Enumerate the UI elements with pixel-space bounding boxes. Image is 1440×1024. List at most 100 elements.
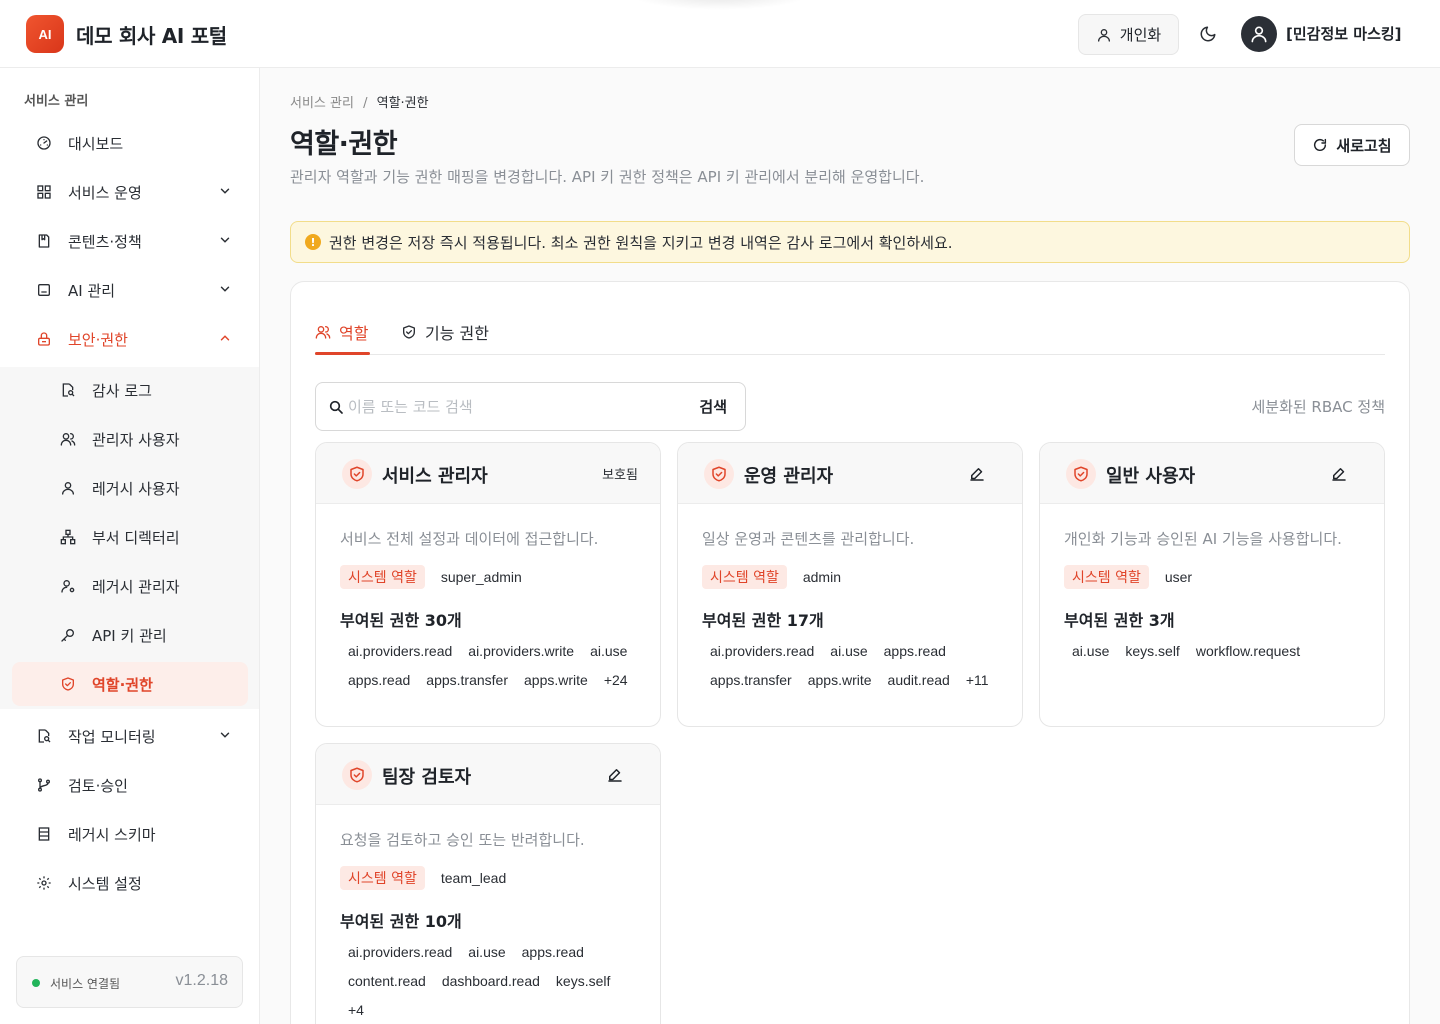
permission-tag: apps.write	[524, 672, 588, 688]
users-icon	[60, 431, 76, 447]
sidebar-item-label: 레거시 관리자	[92, 577, 180, 596]
sidebar-item-job-monitoring[interactable]: 작업 모니터링	[12, 714, 248, 758]
sidebar-item-label: 시스템 설정	[68, 874, 142, 893]
breadcrumb: 서비스 관리 / 역할·권한	[290, 92, 429, 111]
table-icon	[36, 826, 52, 842]
sidebar-item-label: 레거시 사용자	[92, 479, 180, 498]
book-icon	[36, 233, 52, 249]
sidebar-subitem-roles-permissions[interactable]: 역할·권한	[12, 662, 248, 706]
sidebar-subitem-audit-log[interactable]: 감사 로그	[12, 368, 248, 412]
breadcrumb-parent[interactable]: 서비스 관리	[290, 96, 354, 111]
sidebar-subitem-legacy-admins[interactable]: 레거시 관리자	[12, 564, 248, 608]
role-code: team_lead	[440, 870, 507, 886]
tab-roles[interactable]: 역할	[315, 320, 368, 344]
permission-tag: apps.transfer	[426, 672, 508, 688]
permission-count: 부여된 권한 17개	[702, 611, 824, 630]
tab-label: 역할	[339, 324, 369, 343]
permission-list: ai.use keys.self workflow.request	[1064, 641, 1360, 662]
protected-badge: 보호됨	[602, 468, 638, 483]
role-code: user	[1164, 569, 1193, 585]
sidebar-item-review-approval[interactable]: 검토·승인	[12, 763, 248, 807]
avatar[interactable]	[1241, 16, 1277, 52]
personalize-button[interactable]: 개인화	[1078, 14, 1179, 55]
top-header: AI 데모 회사 AI 포털 개인화 [민감정보 마스킹]	[0, 0, 1440, 68]
sidebar-item-label: 검토·승인	[68, 776, 128, 795]
breadcrumb-current: 역할·권한	[376, 96, 429, 111]
permission-list: ai.providers.read ai.providers.write ai.…	[340, 641, 636, 691]
sidebar-item-security[interactable]: 보안·권한	[12, 317, 248, 361]
search-button[interactable]: 검색	[699, 396, 727, 417]
sidebar-subitem-department-directory[interactable]: 부서 디렉터리	[12, 515, 248, 559]
shield-check-icon	[704, 459, 734, 489]
refresh-button[interactable]: 새로고침	[1294, 124, 1410, 166]
permission-tag: ai.providers.write	[468, 643, 575, 659]
user-icon	[1249, 24, 1269, 44]
app-logo[interactable]: AI	[26, 15, 64, 53]
chevron-up-icon	[218, 331, 232, 345]
network-icon	[60, 529, 76, 545]
users-icon	[315, 324, 331, 340]
refresh-label: 새로고침	[1336, 136, 1392, 155]
search-icon	[328, 399, 344, 415]
breadcrumb-separator: /	[363, 96, 368, 111]
sidebar-subitem-admin-users[interactable]: 관리자 사용자	[12, 417, 248, 461]
role-card[interactable]: 일반 사용자 개인화 기능과 승인된 AI 기능을 사용합니다. 시스템 역할 …	[1039, 442, 1385, 727]
system-role-tag: 시스템 역할	[1064, 565, 1149, 589]
sidebar-item-content-policy[interactable]: 콘텐츠·정책	[12, 219, 248, 263]
permission-tag: apps.read	[348, 672, 411, 688]
sidebar-item-label: 부서 디렉터리	[92, 528, 180, 547]
warning-icon: !	[305, 234, 321, 250]
permission-tag: apps.write	[807, 672, 872, 688]
sidebar-item-service-ops[interactable]: 서비스 운영	[12, 170, 248, 214]
app-version: v1.2.18	[175, 972, 228, 989]
role-name: 일반 사용자	[1106, 466, 1196, 487]
permission-count: 부여된 권한 30개	[340, 611, 462, 630]
permission-count: 부여된 권한 10개	[340, 912, 462, 931]
role-name: 팀장 검토자	[382, 767, 472, 788]
sidebar-item-label: 역할·권한	[92, 675, 153, 694]
permission-more[interactable]: +4	[340, 1000, 372, 1021]
connection-status: 서비스 연결됨 v1.2.18	[16, 956, 243, 1008]
system-role-tag: 시스템 역할	[340, 565, 425, 589]
role-card[interactable]: 운영 관리자 일상 운영과 콘텐츠를 관리합니다. 시스템 역할 admin 부…	[677, 442, 1023, 727]
app-title[interactable]: 데모 회사 AI 포털	[76, 20, 227, 49]
sidebar-item-dashboard[interactable]: 대시보드	[12, 121, 248, 165]
role-card[interactable]: 팀장 검토자 요청을 검토하고 승인 또는 반려합니다. 시스템 역할 team…	[315, 743, 661, 1024]
sidebar-item-ai-admin[interactable]: AI 관리	[12, 268, 248, 312]
file-search-icon	[60, 382, 76, 398]
system-role-tag: 시스템 역할	[702, 565, 787, 589]
role-search: 검색	[315, 382, 746, 431]
permission-tag: keys.self	[1125, 643, 1180, 659]
tab-bar: 역할 기능 권한	[315, 312, 1385, 355]
sidebar-item-system-settings[interactable]: 시스템 설정	[12, 861, 248, 905]
sidebar-section-title: 서비스 관리	[24, 94, 89, 109]
role-card[interactable]: 서비스 관리자 보호됨 서비스 전체 설정과 데이터에 접근합니다. 시스템 역…	[315, 442, 661, 727]
gauge-icon	[36, 135, 52, 151]
edit-icon[interactable]	[968, 465, 986, 483]
user-name[interactable]: [민감정보 마스킹]	[1286, 23, 1402, 44]
permission-tag: ai.providers.read	[710, 643, 815, 659]
sidebar-subitem-api-keys[interactable]: API 키 관리	[12, 613, 248, 657]
permission-more[interactable]: +24	[596, 670, 636, 691]
shield-check-icon	[342, 760, 372, 790]
permission-more[interactable]: +11	[958, 670, 997, 691]
tab-feature-permissions[interactable]: 기능 권한	[401, 320, 489, 344]
theme-toggle-button[interactable]	[1196, 22, 1220, 46]
permission-tag: apps.read	[521, 944, 584, 960]
edit-icon[interactable]	[1330, 465, 1348, 483]
permission-list: ai.providers.read ai.use apps.read apps.…	[702, 641, 998, 691]
header-glow	[630, 0, 810, 10]
role-card-header: 서비스 관리자 보호됨	[316, 443, 660, 504]
sidebar-item-label: 보안·권한	[68, 330, 128, 349]
moon-icon	[1199, 25, 1217, 43]
role-name: 운영 관리자	[744, 466, 834, 487]
sidebar-subitem-legacy-users[interactable]: 레거시 사용자	[12, 466, 248, 510]
grid-icon	[36, 184, 52, 200]
edit-icon[interactable]	[606, 766, 624, 784]
active-tab-indicator	[315, 352, 370, 355]
search-input[interactable]	[348, 395, 678, 419]
permission-tag: workflow.request	[1195, 643, 1301, 659]
shield-check-icon	[342, 459, 372, 489]
permission-tag: ai.providers.read	[348, 643, 453, 659]
sidebar-item-legacy-schema[interactable]: 레거시 스키마	[12, 812, 248, 856]
